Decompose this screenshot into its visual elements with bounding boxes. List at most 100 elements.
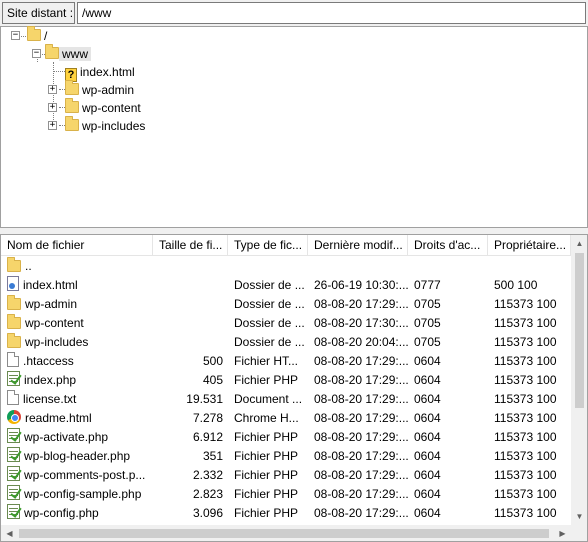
file-permissions-cell: 0604 bbox=[414, 392, 441, 406]
file-size-cell bbox=[153, 295, 223, 314]
tree-node-wp-includes[interactable]: wp-includes bbox=[65, 116, 148, 135]
scroll-up-arrow-icon[interactable]: ▲ bbox=[571, 235, 587, 252]
file-modified-cell: 08-08-20 17:30:... bbox=[314, 316, 408, 330]
html-file-icon bbox=[7, 276, 19, 291]
file-owner-cell: 500 100 bbox=[494, 278, 538, 292]
file-row[interactable]: index.php 405 Fichier PHP 08-08-20 17:29:..… bbox=[1, 371, 571, 390]
file-row[interactable]: wp-config-sample.php 2.823 Fichier PHP 08-0… bbox=[1, 485, 571, 504]
column-header-size[interactable]: Taille de fi... bbox=[153, 235, 228, 256]
column-header-owner[interactable]: Propriétaire... bbox=[488, 235, 571, 256]
file-name-label: wp-blog-header.php bbox=[24, 449, 131, 463]
file-row[interactable]: wp-admin Dossier de ... 08-08-20 17:29:...… bbox=[1, 295, 571, 314]
tree-node-wp-content[interactable]: wp-content bbox=[65, 98, 144, 117]
file-modified-cell: 08-08-20 17:29:... bbox=[314, 449, 408, 463]
tree-node-label: wp-content bbox=[82, 101, 141, 115]
file-name-label: wp-admin bbox=[25, 297, 78, 311]
file-row[interactable]: wp-includes Dossier de ... 08-08-20 20:04:… bbox=[1, 333, 571, 352]
collapse-www-toggle[interactable]: − bbox=[32, 49, 41, 58]
file-name-cell: wp-admin bbox=[7, 295, 153, 314]
file-owner-cell: 115373 100 bbox=[494, 411, 557, 425]
remote-path-input[interactable]: /www bbox=[77, 2, 586, 24]
file-permissions-cell: 0604 bbox=[414, 373, 441, 387]
column-header-modified[interactable]: Dernière modif... bbox=[308, 235, 408, 256]
file-row[interactable]: readme.html 7.278 Chrome H... 08-08-20 17:2… bbox=[1, 409, 571, 428]
php-file-icon bbox=[7, 485, 20, 500]
column-header-type[interactable]: Type de fic... bbox=[228, 235, 308, 256]
file-row[interactable]: wp-content Dossier de ... 08-08-20 17:30:.… bbox=[1, 314, 571, 333]
file-name-label: wp-config-sample.php bbox=[24, 487, 142, 501]
file-type-cell: Fichier PHP bbox=[234, 468, 299, 482]
file-row[interactable]: license.txt 19.531 Document ... 08-08-20 17… bbox=[1, 390, 571, 409]
remote-file-list: Nom de fichier Taille de fi... Type de f… bbox=[0, 234, 588, 542]
column-header-permissions[interactable]: Droits d'ac... bbox=[408, 235, 488, 256]
file-modified-cell: 26-06-19 10:30:... bbox=[314, 278, 408, 292]
file-modified-cell: 08-08-20 20:04:... bbox=[314, 335, 408, 349]
file-name-label: wp-includes bbox=[25, 335, 89, 349]
vertical-scroll-thumb[interactable] bbox=[575, 253, 584, 408]
file-owner-cell: 115373 100 bbox=[494, 392, 557, 406]
file-name-label: wp-activate.php bbox=[24, 430, 109, 444]
collapse-root-toggle[interactable]: − bbox=[11, 31, 20, 40]
file-owner-cell: 115373 100 bbox=[494, 487, 557, 501]
file-modified-cell: 08-08-20 17:29:... bbox=[314, 392, 408, 406]
file-size-cell: 500 bbox=[202, 354, 223, 368]
file-permissions-cell bbox=[414, 257, 488, 276]
file-type-cell: Document ... bbox=[234, 392, 303, 406]
file-row[interactable]: wp-blog-header.php 351 Fichier PHP 08-08-20… bbox=[1, 447, 571, 466]
column-header-filename[interactable]: Nom de fichier bbox=[1, 235, 153, 256]
file-name-cell: .. bbox=[7, 257, 153, 276]
remote-directory-tree: − / − www ? index.html + wp-admin + wp-co… bbox=[0, 26, 588, 228]
file-type-cell: Fichier PHP bbox=[234, 506, 299, 520]
scroll-down-arrow-icon[interactable]: ▼ bbox=[571, 508, 587, 525]
file-modified-cell: 08-08-20 17:29:... bbox=[314, 411, 408, 425]
file-name-cell: license.txt bbox=[7, 390, 153, 409]
file-type-cell: Fichier HT... bbox=[234, 354, 299, 368]
folder-icon bbox=[7, 257, 21, 272]
file-name-label: wp-config.php bbox=[24, 506, 99, 520]
tree-node-label: wp-includes bbox=[82, 119, 146, 133]
file-size-cell: 19.531 bbox=[186, 392, 223, 406]
tree-connector bbox=[53, 71, 65, 72]
expand-wp-includes-toggle[interactable]: + bbox=[48, 121, 57, 130]
horizontal-scroll-thumb[interactable] bbox=[19, 529, 549, 538]
tree-node-wp-admin[interactable]: wp-admin bbox=[65, 80, 137, 99]
file-modified-cell: 08-08-20 17:29:... bbox=[314, 430, 408, 444]
file-permissions-cell: 0777 bbox=[414, 278, 441, 292]
php-file-icon bbox=[7, 428, 20, 443]
file-size-cell bbox=[153, 276, 223, 295]
file-name-label: readme.html bbox=[25, 411, 92, 425]
tree-node-index-html[interactable]: ? index.html bbox=[65, 63, 138, 82]
tree-node-label: www bbox=[59, 47, 91, 61]
folder-icon bbox=[65, 98, 79, 113]
folder-icon bbox=[7, 295, 21, 310]
text-file-icon bbox=[7, 390, 19, 405]
file-row[interactable]: .. bbox=[1, 257, 571, 276]
expand-wp-admin-toggle[interactable]: + bbox=[48, 85, 57, 94]
file-name-cell: index.html bbox=[7, 276, 153, 295]
file-modified-cell bbox=[314, 257, 408, 276]
file-owner-cell: 115373 100 bbox=[494, 316, 557, 330]
expand-wp-content-toggle[interactable]: + bbox=[48, 103, 57, 112]
file-permissions-cell: 0604 bbox=[414, 487, 441, 501]
folder-icon bbox=[45, 44, 59, 59]
vertical-scrollbar[interactable]: ▲ ▼ bbox=[571, 235, 587, 525]
file-row[interactable]: wp-comments-post.p... 2.332 Fichier PHP 08-… bbox=[1, 466, 571, 485]
file-name-label: license.txt bbox=[23, 392, 77, 406]
tree-node-root[interactable]: / bbox=[27, 26, 50, 45]
tree-node-www[interactable]: www bbox=[45, 44, 91, 63]
file-row[interactable]: wp-activate.php 6.912 Fichier PHP 08-08-20 … bbox=[1, 428, 571, 447]
scroll-left-arrow-icon[interactable]: ◀ bbox=[1, 525, 18, 541]
horizontal-scrollbar[interactable]: ◀ ▶ bbox=[1, 525, 571, 541]
scroll-right-arrow-icon[interactable]: ▶ bbox=[554, 525, 571, 541]
file-row[interactable]: wp-config.php 3.096 Fichier PHP 08-08-20 17… bbox=[1, 504, 571, 523]
file-row[interactable]: .htaccess 500 Fichier HT... 08-08-20 17:29:… bbox=[1, 352, 571, 371]
file-type-cell: Fichier PHP bbox=[234, 487, 299, 501]
file-name-label: wp-comments-post.p... bbox=[24, 468, 146, 482]
file-row[interactable]: index.html Dossier de ... 26-06-19 10:30:.… bbox=[1, 276, 571, 295]
file-name-cell: wp-blog-header.php bbox=[7, 447, 153, 466]
file-modified-cell: 08-08-20 17:29:... bbox=[314, 468, 408, 482]
file-name-label: index.php bbox=[24, 373, 77, 387]
file-owner-cell: 115373 100 bbox=[494, 506, 557, 520]
file-type-cell: Dossier de ... bbox=[234, 335, 305, 349]
file-permissions-cell: 0604 bbox=[414, 449, 441, 463]
